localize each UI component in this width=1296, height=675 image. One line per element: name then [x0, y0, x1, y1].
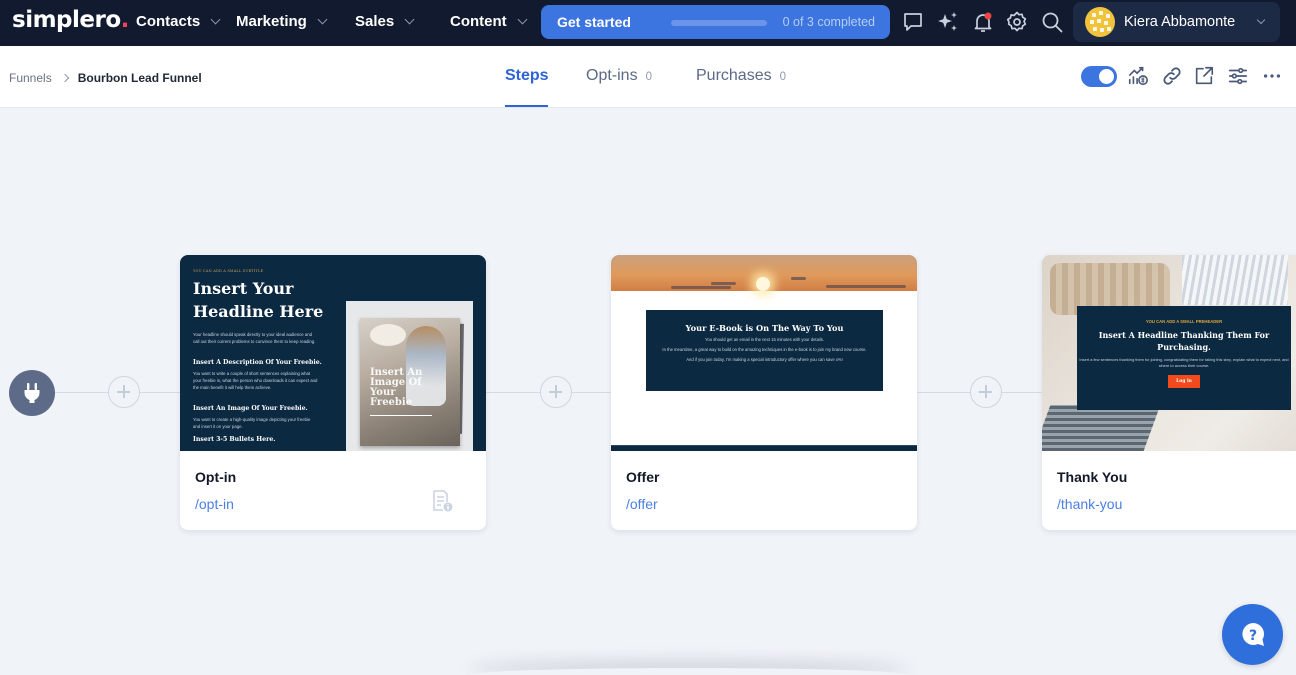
- toggle-knob: [1099, 69, 1114, 84]
- active-tab-indicator: [505, 105, 548, 107]
- chat-icon[interactable]: [901, 10, 925, 34]
- link-icon[interactable]: [1161, 65, 1183, 87]
- chevron-down-icon: [517, 14, 528, 25]
- sparkles-icon[interactable]: [936, 10, 960, 34]
- preview-text: You should get an email in the next 15 m…: [704, 337, 825, 342]
- preview-text: And if you join today, I'm making a spec…: [686, 357, 843, 362]
- breadcrumb: Funnels Bourbon Lead Funnel: [9, 71, 202, 85]
- external-link-icon[interactable]: [1193, 65, 1215, 87]
- search-icon[interactable]: [1040, 10, 1064, 34]
- preview-section-heading: Insert A Description Of Your Freebie.: [193, 359, 322, 366]
- nav-menu-label: Sales: [355, 13, 395, 30]
- chevron-right-icon: [60, 73, 69, 83]
- preview-section-heading: Insert 3-5 Bullets Here.: [193, 436, 276, 443]
- preview-headline: Insert Your Headline Here: [193, 279, 324, 321]
- add-step-button[interactable]: [970, 376, 1002, 408]
- tab-label: Opt-ins: [586, 67, 638, 84]
- help-question-icon: ?: [1241, 622, 1264, 646]
- preview-book-mockup: Insert An Image Of Your Freebie: [360, 318, 460, 446]
- svg-text:?: ?: [1248, 628, 1256, 644]
- step-title: Offer: [626, 469, 660, 485]
- preview-section-text: You want to write a couple of short sent…: [193, 371, 318, 390]
- plug-icon: [24, 383, 40, 403]
- simplero-logo[interactable]: simplero.: [12, 7, 129, 33]
- get-started-progress-text: 0 of 3 completed: [782, 15, 875, 29]
- nav-menu-label: Content: [450, 13, 507, 30]
- preview-login-button: Log in: [1168, 375, 1200, 388]
- nav-menu-content[interactable]: Content: [450, 13, 528, 30]
- get-started-button[interactable]: Get started 0 of 3 completed: [541, 5, 890, 39]
- preview-book-title: Insert An Image Of Your Freebie: [370, 367, 423, 408]
- chevron-down-icon: [1256, 15, 1266, 25]
- tab-label: Purchases: [696, 67, 772, 84]
- page-info-icon[interactable]: [430, 489, 454, 513]
- funnel-header: Funnels Bourbon Lead Funnel Steps Opt-in…: [0, 46, 1296, 108]
- nav-menu-sales[interactable]: Sales: [355, 13, 415, 30]
- top-navigation-bar: simplero. Contacts Marketing Sales Conte…: [0, 0, 1296, 46]
- breadcrumb-funnels-link[interactable]: Funnels: [9, 71, 52, 85]
- chevron-down-icon: [210, 14, 221, 25]
- step-preview-thumbnail[interactable]: YOU CAN ADD A SMALL SUBTITLE Insert Your…: [180, 255, 486, 451]
- analytics-revenue-icon[interactable]: [1127, 65, 1149, 87]
- preview-section-text: You want to create a high-quality image …: [193, 417, 311, 429]
- settings-sliders-icon[interactable]: [1227, 65, 1249, 87]
- nav-menu-contacts[interactable]: Contacts: [136, 13, 221, 30]
- notification-bell-icon[interactable]: [971, 10, 995, 34]
- logo-text: simplero: [12, 7, 121, 33]
- bottom-panel-shadow: [470, 668, 910, 675]
- preview-content-box: YOU CAN ADD A SMALL PREHEADER Insert A H…: [1077, 306, 1291, 410]
- user-account-menu[interactable]: Kiera Abbamonte: [1073, 2, 1280, 42]
- breadcrumb-current: Bourbon Lead Funnel: [77, 71, 202, 85]
- tab-opt-ins[interactable]: Opt-ins 0: [586, 67, 652, 85]
- preview-sun: [756, 277, 770, 291]
- step-title: Opt-in: [195, 469, 237, 485]
- preview-preheader: YOU CAN ADD A SMALL PREHEADER: [1145, 319, 1223, 324]
- tab-label: Steps: [505, 67, 549, 84]
- step-path-link[interactable]: /opt-in: [195, 496, 234, 512]
- funnel-entry-node[interactable]: [9, 370, 55, 416]
- step-path-link[interactable]: /offer: [626, 496, 658, 512]
- funnel-active-toggle[interactable]: [1081, 66, 1117, 87]
- tab-steps[interactable]: Steps: [505, 67, 549, 85]
- more-options-icon[interactable]: [1261, 65, 1283, 87]
- add-step-button[interactable]: [108, 376, 140, 408]
- preview-preheader: YOU CAN ADD A SMALL SUBTITLE: [193, 269, 264, 273]
- add-step-button[interactable]: [540, 376, 572, 408]
- step-preview-thumbnail[interactable]: Your E-Book is On The Way To You You sho…: [611, 255, 917, 451]
- preview-headline: Insert A Headline Thanking Them For Purc…: [1098, 330, 1270, 352]
- logo-dot: .: [120, 7, 130, 33]
- step-title: Thank You: [1057, 469, 1128, 485]
- step-path-link[interactable]: /thank-you: [1057, 496, 1122, 512]
- preview-footer-bar: [611, 445, 917, 451]
- step-card-opt-in[interactable]: YOU CAN ADD A SMALL SUBTITLE Insert Your…: [180, 255, 486, 530]
- step-card-offer[interactable]: Your E-Book is On The Way To You You sho…: [611, 255, 917, 530]
- preview-headline: Your E-Book is On The Way To You: [685, 323, 844, 333]
- get-started-progress-bar: [671, 20, 767, 26]
- nav-menu-label: Contacts: [136, 13, 201, 30]
- avatar: [1085, 7, 1115, 37]
- preview-text: In the meantime, a great way to build on…: [662, 347, 867, 352]
- preview-intro: Your headline should speak directly to y…: [193, 332, 316, 344]
- nav-menu-marketing[interactable]: Marketing: [236, 13, 328, 30]
- preview-content-box: Your E-Book is On The Way To You You sho…: [646, 310, 883, 391]
- nav-menu-label: Marketing: [236, 13, 307, 30]
- settings-gear-icon[interactable]: [1005, 10, 1029, 34]
- chevron-down-icon: [317, 14, 328, 25]
- preview-text: Insert a few sentences thanking them for…: [1079, 357, 1289, 368]
- step-card-thank-you[interactable]: YOU CAN ADD A SMALL PREHEADER Insert A H…: [1042, 255, 1296, 530]
- tab-count: 0: [779, 71, 786, 83]
- step-preview-thumbnail[interactable]: YOU CAN ADD A SMALL PREHEADER Insert A H…: [1042, 255, 1296, 451]
- get-started-label: Get started: [557, 14, 631, 30]
- help-chat-button[interactable]: ?: [1222, 604, 1283, 665]
- preview-section-heading: Insert An Image Of Your Freebie.: [193, 405, 308, 412]
- user-name: Kiera Abbamonte: [1124, 14, 1236, 30]
- chevron-down-icon: [404, 14, 415, 25]
- tab-purchases[interactable]: Purchases 0: [696, 67, 786, 85]
- tab-count: 0: [645, 71, 652, 83]
